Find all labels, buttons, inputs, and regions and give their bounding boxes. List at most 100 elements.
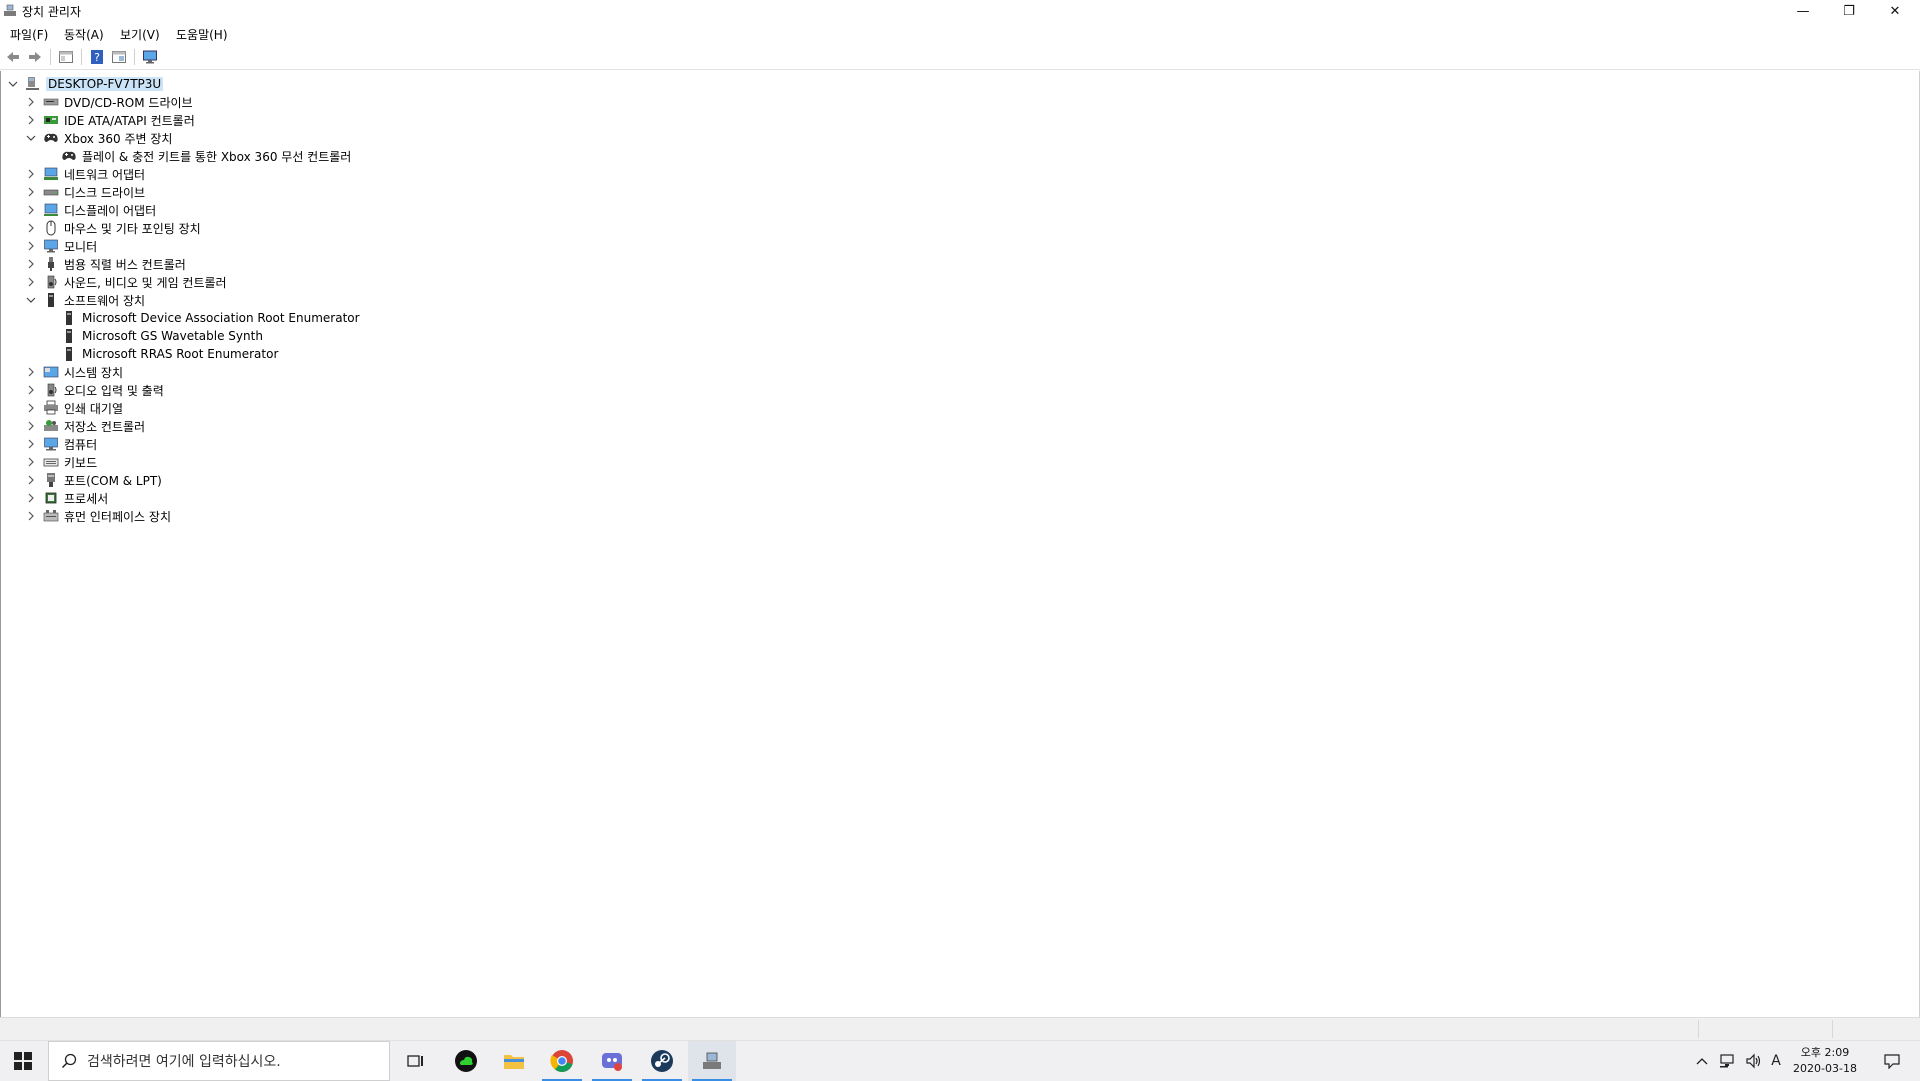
action-center-icon[interactable] bbox=[1872, 1041, 1912, 1081]
chevron-right-icon[interactable] bbox=[25, 204, 37, 216]
chevron-right-icon[interactable] bbox=[25, 492, 37, 504]
device-category[interactable]: 저장소 컨트롤러 bbox=[25, 417, 145, 435]
storage-controller-icon bbox=[43, 418, 59, 434]
chevron-down-icon[interactable] bbox=[25, 294, 37, 306]
device-category[interactable]: 키보드 bbox=[25, 453, 97, 471]
device-category[interactable]: 시스템 장치 bbox=[25, 363, 123, 381]
close-button[interactable]: ✕ bbox=[1872, 0, 1918, 22]
display-adapter-icon bbox=[43, 202, 59, 218]
forward-arrow-icon[interactable] bbox=[27, 49, 43, 65]
device-label: 오디오 입력 및 출력 bbox=[64, 383, 164, 398]
chevron-right-icon[interactable] bbox=[25, 222, 37, 234]
menu-action[interactable]: 동작(A) bbox=[64, 26, 104, 43]
device-label: Microsoft GS Wavetable Synth bbox=[82, 329, 263, 343]
device-category[interactable]: Xbox 360 주변 장치 bbox=[25, 129, 172, 147]
device-item[interactable]: Microsoft GS Wavetable Synth bbox=[43, 327, 263, 345]
chevron-right-icon[interactable] bbox=[25, 96, 37, 108]
computer-name: DESKTOP-FV7TP3U bbox=[46, 77, 164, 91]
chrome-icon[interactable] bbox=[538, 1041, 586, 1081]
chevron-down-icon[interactable] bbox=[7, 78, 19, 90]
search-icon bbox=[61, 1053, 77, 1069]
chevron-right-icon[interactable] bbox=[25, 474, 37, 486]
start-button[interactable] bbox=[0, 1041, 46, 1081]
device-item[interactable]: 플레이 & 충전 키트를 통한 Xbox 360 무선 컨트롤러 bbox=[43, 147, 351, 165]
clock-date: 2020-03-18 bbox=[1793, 1062, 1857, 1075]
device-label: 포트(COM & LPT) bbox=[64, 473, 162, 488]
mouse-icon bbox=[43, 220, 59, 236]
menu-bar: 파일(F) 동작(A) 보기(V) 도움말(H) bbox=[0, 23, 1920, 43]
chevron-down-icon[interactable] bbox=[25, 132, 37, 144]
menu-view[interactable]: 보기(V) bbox=[120, 26, 160, 43]
chevron-right-icon[interactable] bbox=[25, 276, 37, 288]
device-category[interactable]: 모니터 bbox=[25, 237, 97, 255]
device-category[interactable]: 소프트웨어 장치 bbox=[25, 291, 145, 309]
menu-help[interactable]: 도움말(H) bbox=[176, 26, 228, 43]
device-category[interactable]: 포트(COM & LPT) bbox=[25, 471, 162, 489]
device-category[interactable]: DVD/CD-ROM 드라이브 bbox=[25, 93, 193, 111]
device-category[interactable]: 범용 직렬 버스 컨트롤러 bbox=[25, 255, 186, 273]
device-category[interactable]: 휴먼 인터페이스 장치 bbox=[25, 507, 171, 525]
clock-time: 오후 2:09 bbox=[1800, 1046, 1850, 1059]
device-label: 네트워크 어댑터 bbox=[64, 167, 146, 182]
device-item[interactable]: Microsoft Device Association Root Enumer… bbox=[43, 309, 360, 327]
monitor-icon[interactable] bbox=[142, 49, 158, 65]
chevron-right-icon[interactable] bbox=[25, 420, 37, 432]
dvd-drive-icon bbox=[43, 94, 59, 110]
tree-root[interactable]: DESKTOP-FV7TP3U bbox=[7, 75, 164, 93]
speaker-icon bbox=[43, 274, 59, 290]
software-device-icon bbox=[43, 292, 59, 308]
device-category[interactable]: 마우스 및 기타 포인팅 장치 bbox=[25, 219, 201, 237]
device-label: 프로세서 bbox=[64, 491, 109, 506]
chevron-right-icon[interactable] bbox=[25, 402, 37, 414]
discord-like-app-icon[interactable] bbox=[588, 1041, 636, 1081]
device-category[interactable]: 인쇄 대기열 bbox=[25, 399, 123, 417]
ide-controller-icon bbox=[43, 112, 59, 128]
task-view-icon[interactable] bbox=[392, 1041, 440, 1081]
title-bar: 장치 관리자 — ❐ ✕ bbox=[0, 0, 1920, 22]
device-category[interactable]: IDE ATA/ATAPI 컨트롤러 bbox=[25, 111, 195, 129]
device-category[interactable]: 네트워크 어댑터 bbox=[25, 165, 145, 183]
file-explorer-icon[interactable] bbox=[490, 1041, 538, 1081]
steam-icon[interactable] bbox=[638, 1041, 686, 1081]
device-item[interactable]: Microsoft RRAS Root Enumerator bbox=[43, 345, 278, 363]
chevron-right-icon[interactable] bbox=[25, 258, 37, 270]
chevron-right-icon[interactable] bbox=[25, 510, 37, 522]
chevron-right-icon[interactable] bbox=[25, 366, 37, 378]
device-label: 컴퓨터 bbox=[64, 437, 98, 452]
device-tree: DESKTOP-FV7TP3U DVD/CD-ROM 드라이브 IDE ATA/A… bbox=[0, 71, 1920, 1017]
menu-file[interactable]: 파일(F) bbox=[10, 26, 48, 43]
view-window-icon[interactable] bbox=[111, 49, 127, 65]
help-icon[interactable]: ? bbox=[89, 49, 105, 65]
restore-button[interactable]: ❐ bbox=[1826, 0, 1872, 22]
chevron-right-icon[interactable] bbox=[25, 438, 37, 450]
device-label: IDE ATA/ATAPI 컨트롤러 bbox=[64, 113, 195, 128]
minimize-button[interactable]: — bbox=[1780, 0, 1826, 22]
device-category[interactable]: 오디오 입력 및 출력 bbox=[25, 381, 164, 399]
device-category[interactable]: 사운드, 비디오 및 게임 컨트롤러 bbox=[25, 273, 227, 291]
volume-icon[interactable] bbox=[1742, 1041, 1766, 1081]
device-label: DVD/CD-ROM 드라이브 bbox=[64, 95, 193, 110]
device-manager-icon[interactable] bbox=[688, 1041, 736, 1081]
show-hidden-icons-chevron-icon[interactable] bbox=[1690, 1041, 1714, 1081]
chevron-right-icon[interactable] bbox=[25, 456, 37, 468]
search-box[interactable]: 검색하려면 여기에 입력하십시오. bbox=[48, 1041, 390, 1081]
device-category[interactable]: 디스플레이 어댑터 bbox=[25, 201, 156, 219]
chevron-right-icon[interactable] bbox=[25, 114, 37, 126]
chevron-right-icon[interactable] bbox=[25, 240, 37, 252]
device-label: 휴먼 인터페이스 장치 bbox=[64, 509, 171, 524]
chevron-right-icon[interactable] bbox=[25, 186, 37, 198]
back-arrow-icon[interactable] bbox=[5, 49, 21, 65]
chevron-right-icon[interactable] bbox=[25, 384, 37, 396]
clock[interactable]: 오후 2:09 2020-03-18 bbox=[1780, 1045, 1870, 1077]
device-category[interactable]: 디스크 드라이브 bbox=[25, 183, 145, 201]
device-category[interactable]: 컴퓨터 bbox=[25, 435, 97, 453]
network-icon[interactable] bbox=[1716, 1041, 1740, 1081]
device-label: 시스템 장치 bbox=[64, 365, 124, 380]
chevron-right-icon[interactable] bbox=[25, 168, 37, 180]
device-category[interactable]: 프로세서 bbox=[25, 489, 108, 507]
taskbar: 검색하려면 여기에 입력하십시오. A 오후 2:09 2020-03-18 bbox=[0, 1040, 1920, 1081]
green-cloud-app-icon[interactable] bbox=[442, 1041, 490, 1081]
properties-window-icon[interactable] bbox=[58, 49, 74, 65]
